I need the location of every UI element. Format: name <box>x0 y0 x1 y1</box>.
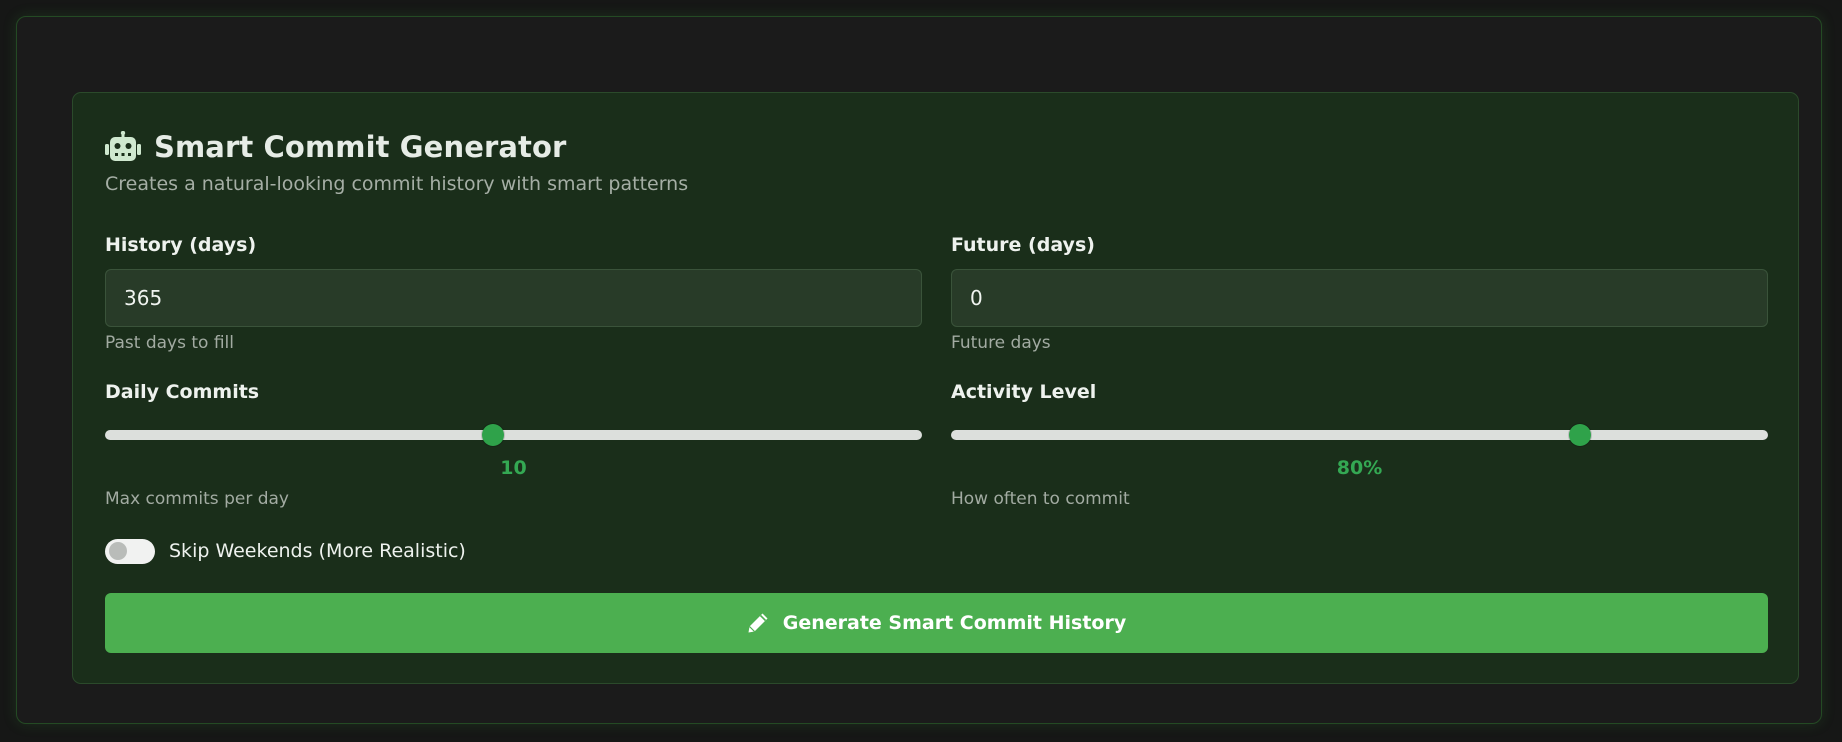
activity-level-label: Activity Level <box>951 381 1097 403</box>
activity-level-hint: How often to commit <box>951 489 1130 509</box>
activity-level-value: 80% <box>1336 457 1383 479</box>
robot-icon <box>105 131 141 161</box>
generate-button-label: Generate Smart Commit History <box>782 612 1127 634</box>
future-days-input[interactable] <box>951 269 1768 327</box>
skip-weekends-toggle[interactable] <box>105 538 155 564</box>
history-label: History (days) <box>105 234 257 256</box>
daily-commits-slider[interactable] <box>105 424 922 446</box>
daily-commits-slider-thumb[interactable] <box>482 424 505 446</box>
daily-commits-hint: Max commits per day <box>105 489 289 509</box>
skip-weekends-row: Skip Weekends (More Realistic) <box>105 538 466 564</box>
future-label: Future (days) <box>951 234 1095 256</box>
history-days-input[interactable] <box>105 269 922 327</box>
smart-commit-card: Smart Commit Generator Creates a natural… <box>72 92 1799 684</box>
history-hint: Past days to fill <box>105 333 234 353</box>
toggle-knob <box>109 542 127 560</box>
generate-commit-history-button[interactable]: Generate Smart Commit History <box>105 593 1768 653</box>
skip-weekends-label: Skip Weekends (More Realistic) <box>169 540 466 562</box>
activity-level-slider[interactable] <box>951 424 1768 446</box>
card-title: Smart Commit Generator <box>154 130 567 164</box>
future-hint: Future days <box>951 333 1051 353</box>
pencil-icon <box>748 613 768 633</box>
card-subtitle: Creates a natural-looking commit history… <box>105 173 689 195</box>
activity-level-slider-thumb[interactable] <box>1569 424 1592 446</box>
daily-commits-label: Daily Commits <box>105 381 260 403</box>
card-header: Smart Commit Generator <box>105 127 566 167</box>
app-frame: Smart Commit Generator Creates a natural… <box>16 16 1822 724</box>
daily-commits-value: 10 <box>500 457 527 479</box>
